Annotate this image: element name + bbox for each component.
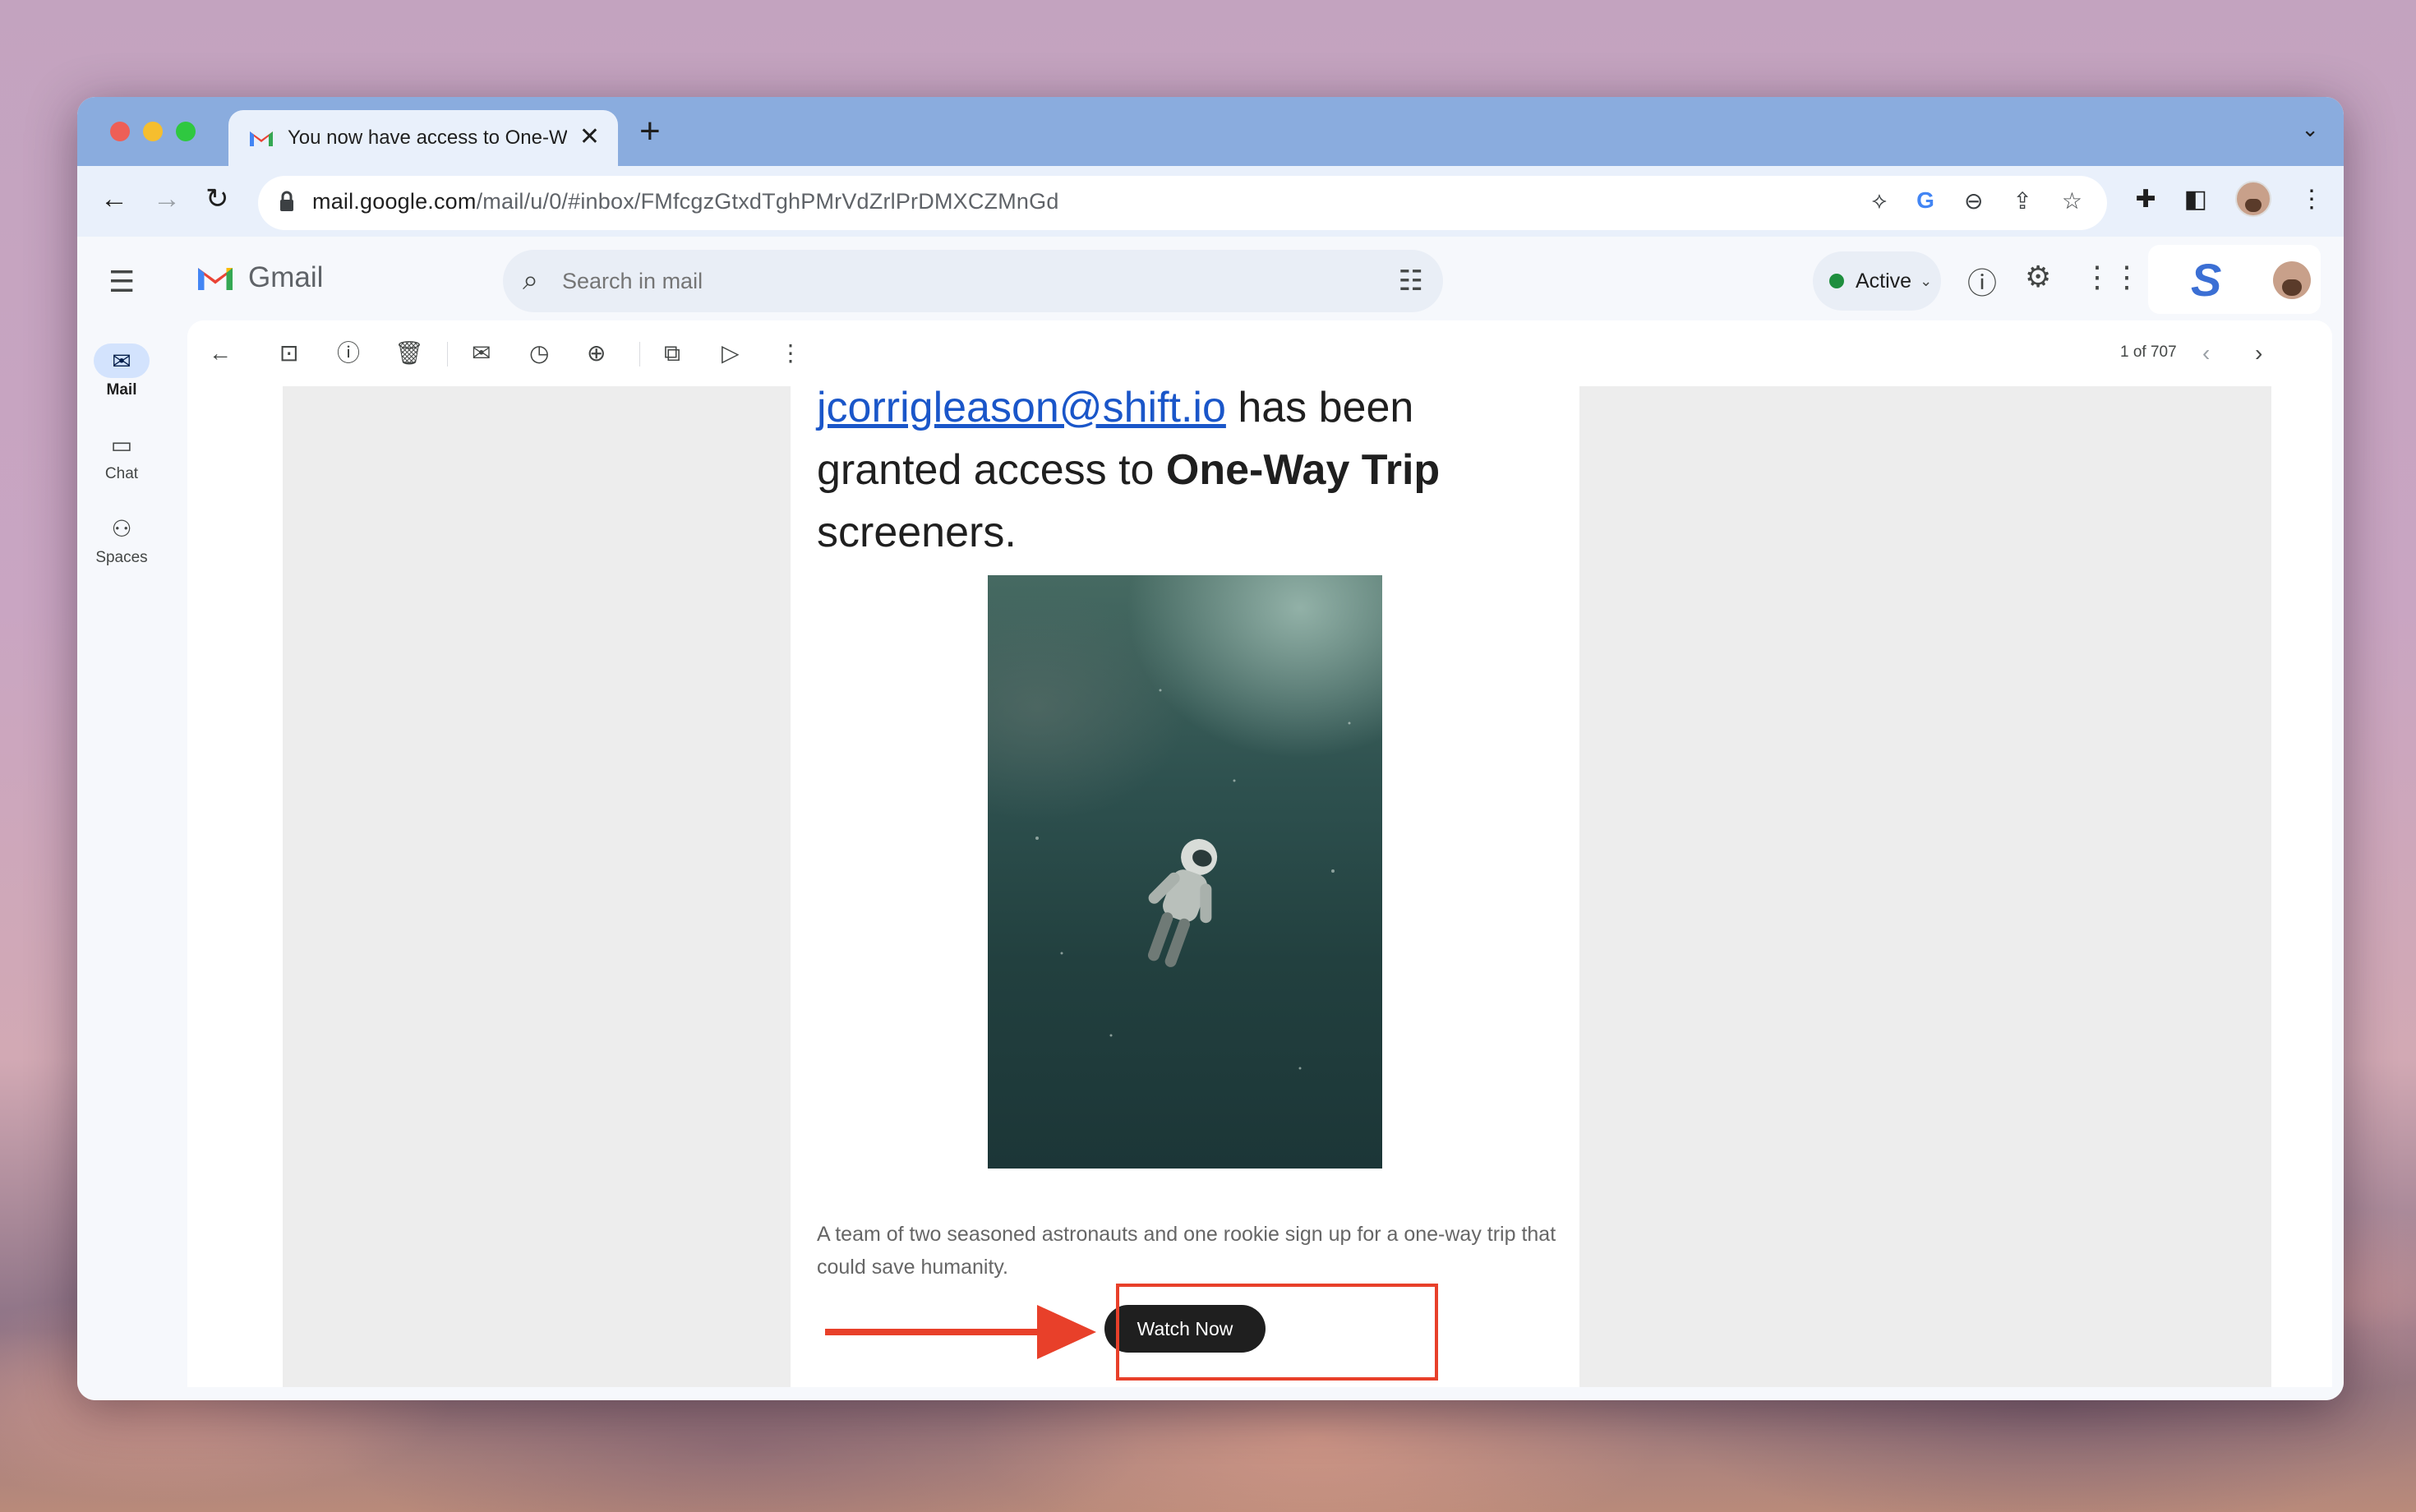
main-menu-icon[interactable]: ☰ — [108, 265, 135, 299]
window-controls — [110, 122, 196, 141]
zoom-window-button[interactable] — [176, 122, 196, 141]
active-status-dot — [1829, 274, 1844, 288]
label-icon[interactable]: ▷ — [722, 339, 740, 368]
apps-grid-icon[interactable]: ⋮⋮ — [2082, 260, 2142, 294]
search-input[interactable] — [560, 268, 1303, 295]
pagination-count: 1 of 707 — [2120, 343, 2177, 361]
profile-avatar[interactable] — [2235, 181, 2271, 217]
email-content-card: jcorrigleason@shift.io has been granted … — [791, 384, 1579, 1387]
mark-unread-icon[interactable]: ✉ — [472, 339, 491, 368]
more-options-icon[interactable]: ⋮ — [779, 339, 802, 368]
report-spam-icon[interactable]: ⓘ — [337, 339, 360, 368]
tab-search-chevron-icon[interactable]: ⌄ — [2301, 117, 2319, 142]
extensions-puzzle-icon[interactable]: ✚ — [2136, 185, 2156, 214]
bookmark-star-icon[interactable]: ☆ — [2062, 187, 2082, 214]
movie-synopsis: A team of two seasoned astronauts and on… — [817, 1223, 1556, 1279]
gmail-m-icon — [198, 268, 233, 290]
help-icon[interactable]: ⓘ — [1967, 260, 1997, 302]
rail-label-mail: Mail — [106, 381, 137, 399]
gmail-logo[interactable]: Gmail — [196, 261, 323, 294]
toolbar-right: ✚ ◧ ⋮ — [2136, 181, 2324, 217]
workspace-logo-icon[interactable]: S — [2191, 253, 2221, 307]
annotation-arrow-icon — [825, 1305, 1096, 1359]
browser-tab-active[interactable]: You now have access to One-Way Trip scre… — [228, 110, 618, 166]
annotation-highlight-box — [1116, 1284, 1438, 1381]
close-tab-icon[interactable]: ✕ — [579, 125, 600, 150]
status-label: Active — [1856, 269, 1912, 293]
archive-icon[interactable]: ⊡ — [279, 339, 298, 368]
account-area: S — [2148, 245, 2321, 314]
search-icon[interactable]: ⌕ — [523, 265, 538, 297]
spaces-icon: ⚇ — [111, 515, 132, 542]
account-avatar[interactable] — [2273, 261, 2311, 299]
minimize-window-button[interactable] — [143, 122, 163, 141]
url-text: mail.google.com/mail/u/0/#inbox/FMfcgzGt… — [312, 189, 1059, 214]
forward-arrow-icon[interactable]: → — [153, 181, 181, 217]
side-panel-icon[interactable]: ◧ — [2184, 185, 2207, 214]
gmail-favicon-icon — [250, 131, 273, 146]
movie-poster-image[interactable] — [988, 575, 1382, 1169]
heading-line2-prefix: granted access to — [817, 446, 1166, 494]
recipient-email-link[interactable]: jcorrigleason@shift.io — [817, 384, 1226, 431]
address-bar[interactable]: mail.google.com/mail/u/0/#inbox/FMfcgzGt… — [258, 176, 2107, 230]
tab-title: You now have access to One-Way Trip scre… — [288, 127, 567, 149]
rail-item-chat[interactable]: ▭ Chat — [77, 427, 166, 483]
new-tab-button[interactable]: + — [639, 113, 661, 150]
divider — [447, 342, 448, 366]
chat-icon: ▭ — [110, 431, 133, 458]
add-task-icon[interactable]: ⊕ — [587, 339, 606, 368]
back-to-inbox-icon[interactable]: ← — [209, 339, 232, 368]
heading-line1-suffix: has been — [1225, 384, 1414, 431]
newer-chevron-left-icon[interactable]: ‹ — [2202, 339, 2210, 368]
browser-window: You now have access to One-Way Trip scre… — [77, 97, 2344, 1400]
gmail-wordmark: Gmail — [248, 261, 324, 293]
rail-item-mail[interactable]: ✉ Mail — [77, 343, 166, 399]
close-window-button[interactable] — [110, 122, 130, 141]
chevron-down-icon: ⌄ — [1920, 272, 1933, 289]
lock-icon[interactable] — [279, 191, 294, 214]
tab-strip: You now have access to One-Way Trip scre… — [77, 97, 2344, 166]
message-view: ← ⊡ ⓘ 🗑 ✉ ◷ ⊕ ⧉ ▷ ⋮ 1 of 707 ‹ › jcorrig… — [187, 320, 2332, 1387]
rail-label-chat: Chat — [104, 465, 139, 482]
back-arrow-icon[interactable]: ← — [100, 181, 128, 217]
settings-gear-icon[interactable]: ⚙ — [2025, 260, 2051, 294]
astronaut-illustration — [1035, 689, 1351, 1070]
snooze-clock-icon[interactable]: ◷ — [529, 339, 549, 368]
url-path: /mail/u/0/#inbox/FMfcgzGtxdTghPMrVdZrlPr… — [476, 189, 1059, 214]
rail-item-spaces[interactable]: ⚇ Spaces — [77, 511, 166, 567]
zoom-icon[interactable]: ⊖ — [1964, 187, 1983, 214]
status-selector[interactable]: Active ⌄ — [1813, 251, 1941, 311]
heading-line3: screeners. — [817, 509, 1017, 556]
url-host: mail.google.com — [312, 189, 477, 214]
reload-icon[interactable]: ↻ — [205, 181, 229, 217]
rail-label-spaces: Spaces — [95, 549, 148, 566]
email-heading-text: jcorrigleason@shift.io has been granted … — [817, 376, 1556, 564]
share-icon[interactable]: ⇪ — [2013, 187, 2031, 214]
install-app-icon[interactable]: ⟡ — [1872, 187, 1888, 214]
delete-trash-icon[interactable]: 🗑 — [394, 339, 424, 368]
browser-toolbar: ← → ↻ mail.google.com/mail/u/0/#inbox/FM… — [77, 166, 2344, 237]
movie-title: One-Way Trip — [1165, 446, 1441, 494]
divider — [639, 342, 640, 366]
gmail-app: ☰ Gmail ⌕ ☷ Active ⌄ ⓘ ⚙ ⋮⋮ S — [77, 237, 2344, 1400]
older-chevron-right-icon[interactable]: › — [2255, 339, 2262, 368]
search-bar[interactable]: ⌕ ☷ — [503, 250, 1443, 312]
browser-menu-icon[interactable]: ⋮ — [2299, 185, 2324, 214]
mail-icon: ✉ — [94, 343, 150, 378]
search-options-icon[interactable]: ☷ — [1399, 265, 1423, 297]
omnibox-actions: ⟡ G ⊖ ⇪ ☆ — [1872, 187, 2082, 214]
google-lens-icon[interactable]: G — [1916, 187, 1934, 214]
move-to-folder-icon[interactable]: ⧉ — [664, 339, 680, 368]
